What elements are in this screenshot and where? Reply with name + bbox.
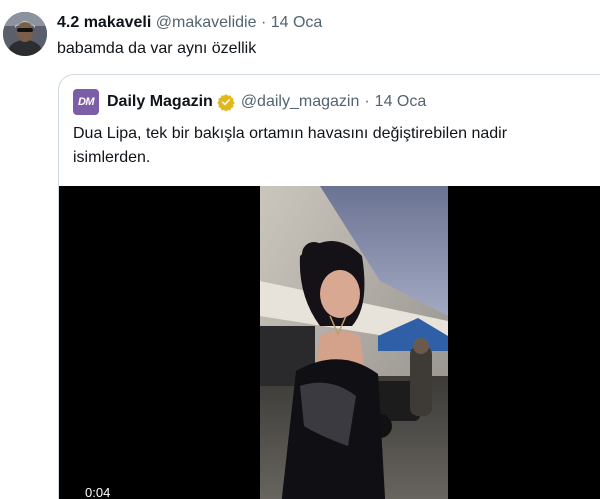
quoted-separator-dot: ·: [364, 93, 370, 110]
display-name[interactable]: 4.2 makaveli: [57, 14, 151, 31]
separator-dot: ·: [260, 14, 267, 31]
video-timestamp: 0:04: [81, 484, 115, 499]
video-player[interactable]: 0:04: [59, 186, 600, 499]
tweet-text: babamda da var aynı özellik: [57, 40, 257, 57]
video-still-image: [260, 186, 448, 499]
verified-badge-icon: [217, 93, 235, 111]
tweet-header: 4.2 makaveli @makavelidie · 14 Oca: [57, 13, 322, 33]
quoted-tweet-header: DM Daily Magazin @daily_magazin · 14 Oca: [73, 89, 426, 115]
quoted-avatar[interactable]: DM: [73, 89, 99, 115]
avatar-image: [3, 12, 47, 56]
quoted-tweet[interactable]: DM Daily Magazin @daily_magazin · 14 Oca…: [58, 74, 600, 499]
tweet-date[interactable]: 14 Oca: [271, 14, 323, 31]
video-frame: [260, 186, 448, 499]
user-avatar[interactable]: [3, 12, 47, 56]
quoted-date[interactable]: 14 Oca: [375, 93, 427, 111]
tweet: 4.2 makaveli @makavelidie · 14 Oca babam…: [0, 0, 600, 499]
quoted-tweet-text: Dua Lipa, tek bir bakışla ortamın havası…: [73, 125, 508, 166]
quoted-handle[interactable]: @daily_magazin: [241, 93, 360, 111]
user-handle[interactable]: @makavelidie: [156, 14, 257, 31]
quoted-display-name[interactable]: Daily Magazin: [107, 93, 213, 111]
